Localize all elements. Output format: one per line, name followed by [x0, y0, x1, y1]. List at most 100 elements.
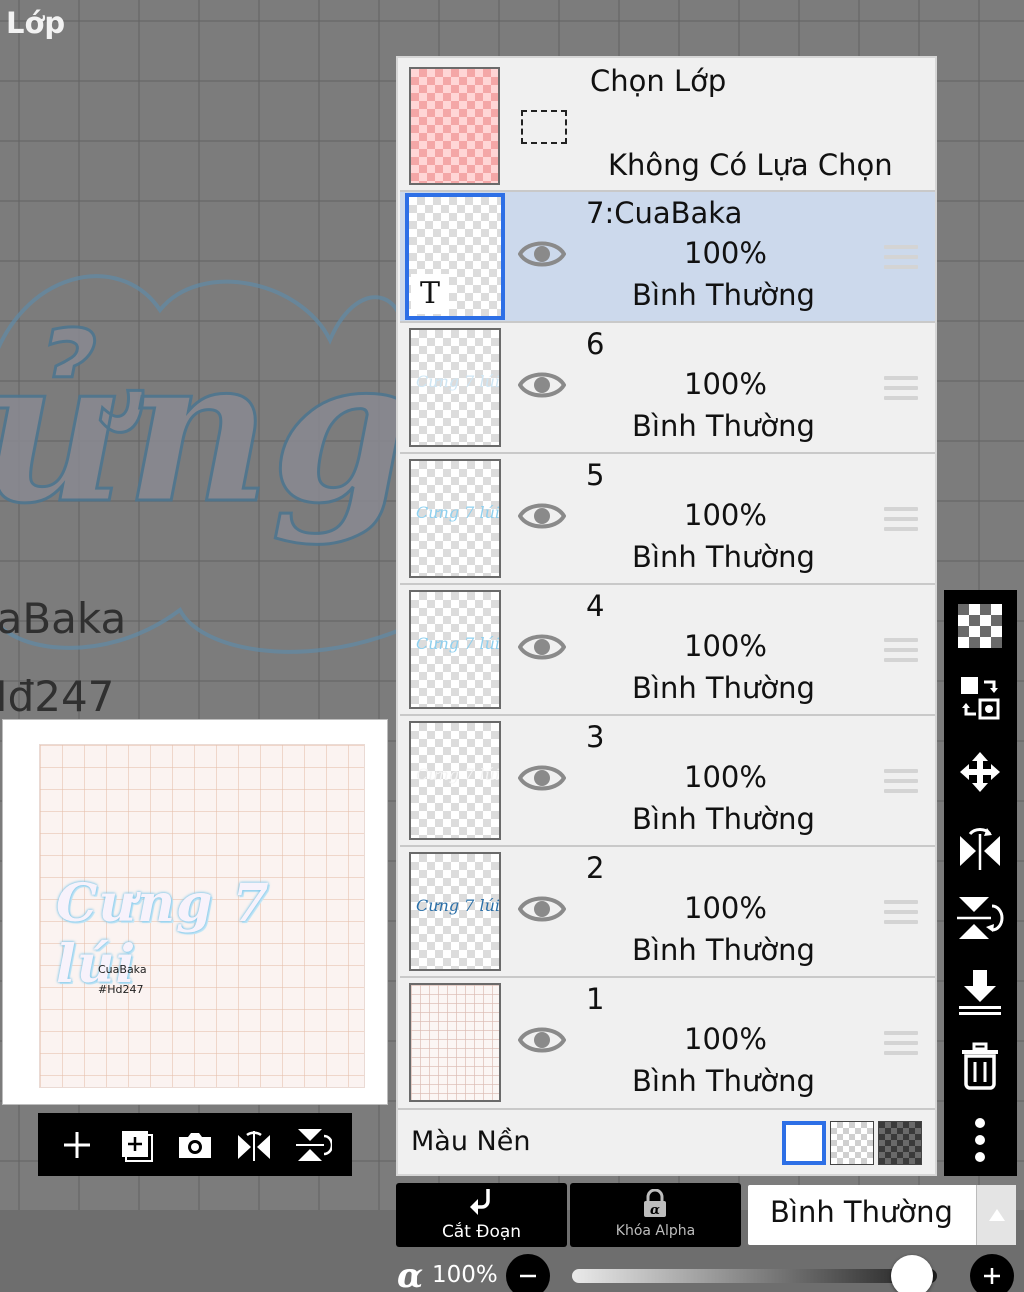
- layer-row[interactable]: Cưng 7 lúi 6 100% Bình Thường: [400, 321, 935, 452]
- flip-horizontal-button[interactable]: [232, 1123, 276, 1167]
- layer-thumbnail: Cưng 7 lúi: [409, 459, 501, 578]
- visibility-toggle[interactable]: [517, 236, 567, 272]
- selection-layer-title: Chọn Lớp: [590, 64, 727, 98]
- preview-caption-1: CuaBaka: [98, 963, 147, 976]
- duplicate-layer-button[interactable]: [114, 1123, 158, 1167]
- canvas-preview[interactable]: Cưng 7 lúi CuaBaka #Hd247: [2, 719, 388, 1105]
- layer-row[interactable]: Cưng 7 lúi 3 100% Bình Thường: [400, 714, 935, 845]
- visibility-toggle[interactable]: [517, 891, 567, 927]
- drag-handle-icon[interactable]: [884, 1031, 918, 1055]
- transparency-button[interactable]: [956, 602, 1004, 650]
- move-icon: [960, 752, 1000, 792]
- layer-name: 3: [586, 720, 605, 754]
- layer-thumbnail-text: Cưng 7 lúi: [416, 503, 500, 522]
- opacity-alpha-symbol: α: [397, 1256, 424, 1292]
- flip-vertical-icon: [957, 897, 1004, 939]
- visibility-toggle[interactable]: [517, 760, 567, 796]
- move-button[interactable]: [956, 748, 1004, 796]
- add-layer-icon: [122, 1130, 154, 1162]
- add-layer-button[interactable]: [55, 1123, 99, 1167]
- flip-vertical-button[interactable]: [291, 1123, 335, 1167]
- layer-row[interactable]: 1 100% Bình Thường: [400, 976, 935, 1107]
- eye-icon: [517, 765, 567, 791]
- blend-mode-select[interactable]: Bình Thường: [748, 1185, 1016, 1245]
- layer-thumbnail-text: Cưng 7 lúi: [416, 896, 500, 915]
- preview-caption-2: #Hd247: [98, 983, 144, 996]
- alpha-lock-label: Khóa Alpha: [615, 1223, 696, 1239]
- drag-handle-icon[interactable]: [884, 507, 918, 531]
- flip-horizontal-button[interactable]: [956, 822, 1004, 870]
- eye-icon: [517, 1027, 567, 1053]
- blend-mode-value: Bình Thường: [770, 1195, 953, 1229]
- visibility-toggle[interactable]: [517, 1022, 567, 1058]
- layer-name: 5: [586, 458, 605, 492]
- layer-blend-mode: Bình Thường: [632, 409, 815, 443]
- alpha-lock-button[interactable]: α Khóa Alpha: [570, 1183, 741, 1247]
- visibility-toggle[interactable]: [517, 367, 567, 403]
- svg-text:α: α: [650, 1203, 660, 1218]
- camera-button[interactable]: [173, 1123, 217, 1167]
- swap-layer-icon: [961, 677, 1000, 720]
- layer-opacity: 100%: [684, 760, 767, 794]
- opacity-slider-knob[interactable]: [891, 1255, 933, 1292]
- plus-icon: [64, 1131, 91, 1158]
- merge-down-button[interactable]: [956, 968, 1004, 1016]
- minus-icon: [520, 1274, 536, 1278]
- opacity-decrease-button[interactable]: [506, 1254, 550, 1292]
- svg-text:ửng: ửng: [0, 313, 400, 548]
- layer-opacity: 100%: [684, 236, 767, 270]
- canvas-caption-2: Hđ247: [0, 672, 115, 721]
- clip-arrow-icon: [470, 1189, 490, 1215]
- drag-handle-icon[interactable]: [884, 769, 918, 793]
- drag-handle-icon[interactable]: [884, 376, 918, 400]
- selection-layer-status: Không Có Lựa Chọn: [608, 148, 893, 182]
- background-transparent-swatch[interactable]: [830, 1121, 874, 1165]
- layer-blend-mode: Bình Thường: [632, 802, 815, 836]
- layer-row[interactable]: Cưng 7 lúi 4 100% Bình Thường: [400, 583, 935, 714]
- layer-thumbnail: Cưng 7 lúi: [409, 721, 501, 840]
- layer-name: 6: [586, 327, 605, 361]
- layer-thumbnail: Cưng 7 lúi: [409, 852, 501, 971]
- layer-thumbnail: Cưng 7 lúi: [409, 328, 501, 447]
- layer-name: 2: [586, 851, 605, 885]
- selection-layer-row[interactable]: Chọn Lớp Không Có Lựa Chọn: [398, 58, 935, 190]
- layer-row[interactable]: Cưng 7 lúi 2 100% Bình Thường: [400, 845, 935, 976]
- opacity-increase-button[interactable]: [970, 1254, 1014, 1292]
- marquee-selection-icon: [521, 110, 567, 144]
- layer-name: 1: [586, 982, 605, 1016]
- flip-horizontal-icon: [960, 828, 1000, 870]
- opacity-slider[interactable]: [572, 1255, 937, 1292]
- flip-horizontal-icon: [237, 1130, 270, 1161]
- eye-icon: [517, 634, 567, 660]
- layers-panel: Chọn Lớp Không Có Lựa Chọn T 7:CuaBaka 100…: [396, 56, 937, 1176]
- background-white-swatch[interactable]: [782, 1121, 826, 1165]
- lock-icon: α: [644, 1189, 666, 1218]
- swap-layer-button[interactable]: [956, 674, 1004, 722]
- merge-down-icon: [959, 970, 1001, 1015]
- flip-vertical-icon: [295, 1128, 332, 1161]
- visibility-toggle[interactable]: [517, 498, 567, 534]
- layer-row[interactable]: T 7:CuaBaka 100% Bình Thường: [400, 190, 935, 321]
- layer-row[interactable]: Cưng 7 lúi 5 100% Bình Thường: [400, 452, 935, 583]
- clipping-button[interactable]: Cắt Đoạn: [396, 1183, 567, 1247]
- background-dark-swatch[interactable]: [878, 1121, 922, 1165]
- blend-mode-dropdown-toggle[interactable]: [976, 1185, 1016, 1245]
- visibility-toggle[interactable]: [517, 629, 567, 665]
- layer-name: 7:CuaBaka: [586, 196, 743, 230]
- selection-layer-thumbnail: [409, 67, 500, 185]
- layer-thumbnail-text: Cưng 7 lúi: [416, 372, 500, 391]
- layer-blend-mode: Bình Thường: [632, 671, 815, 705]
- layer-opacity: 100%: [684, 891, 767, 925]
- more-options-button[interactable]: [956, 1116, 1004, 1164]
- layer-blend-mode: Bình Thường: [632, 933, 815, 967]
- eye-icon: [517, 503, 567, 529]
- drag-handle-icon[interactable]: [884, 900, 918, 924]
- clipping-label: Cắt Đoạn: [441, 1222, 522, 1242]
- canvas-caption-1: uaBaka: [0, 594, 127, 643]
- flip-vertical-button[interactable]: [956, 894, 1004, 942]
- background-color-row: Màu Nền: [398, 1108, 935, 1174]
- delete-layer-button[interactable]: [956, 1042, 1004, 1090]
- drag-handle-icon[interactable]: [884, 638, 918, 662]
- drag-handle-icon[interactable]: [884, 245, 918, 269]
- layer-name: 4: [586, 589, 605, 623]
